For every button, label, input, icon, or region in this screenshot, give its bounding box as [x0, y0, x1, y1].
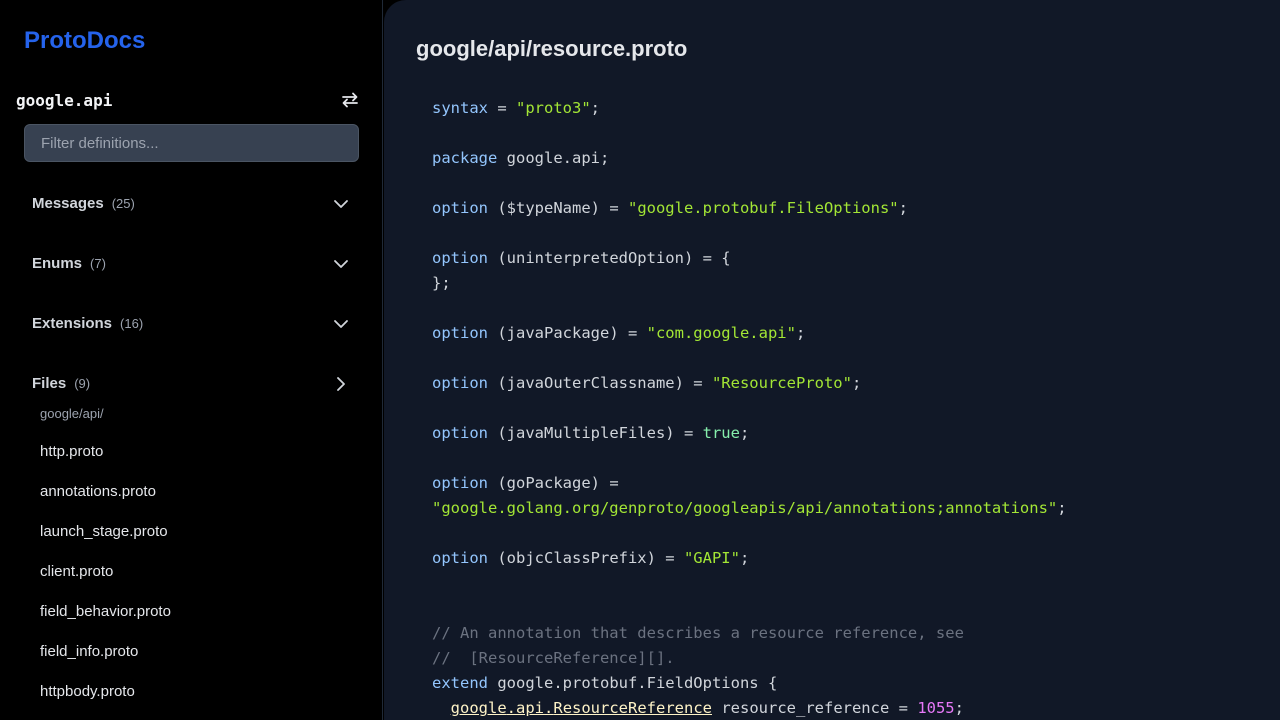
- code-line: syntax = "proto3";: [432, 99, 600, 117]
- file-item-launch-stage[interactable]: launch_stage.proto: [40, 523, 168, 540]
- section-messages[interactable]: Messages (25): [32, 192, 350, 216]
- section-label: Files: [32, 375, 67, 392]
- section-count: (9): [74, 376, 91, 391]
- file-item-client[interactable]: client.proto: [40, 563, 113, 580]
- chevron-down-icon: [332, 315, 350, 333]
- main-content: google/api/resource.proto syntax = "prot…: [384, 0, 1280, 720]
- files-directory-label: google/api/: [40, 406, 104, 421]
- code-line: option (javaMultipleFiles) = true;: [432, 424, 750, 442]
- section-count: (7): [90, 256, 106, 271]
- code-line: google.api.ResourceReference resource_re…: [450, 699, 964, 717]
- type-link-api[interactable]: api: [516, 699, 544, 717]
- section-enums[interactable]: Enums (7): [32, 252, 350, 276]
- code-line: option (objcClassPrefix) = "GAPI";: [432, 549, 750, 567]
- code-line: option ($typeName) = "google.protobuf.Fi…: [432, 199, 908, 217]
- code-comment: // An annotation that describes a resour…: [432, 624, 964, 642]
- file-item-http[interactable]: http.proto: [40, 443, 103, 460]
- code-line: option (javaPackage) = "com.google.api";: [432, 324, 806, 342]
- type-link-google[interactable]: google: [451, 699, 507, 717]
- section-extensions[interactable]: Extensions (16): [32, 312, 350, 336]
- code-line: };: [432, 274, 451, 292]
- file-item-field-behavior[interactable]: field_behavior.proto: [40, 603, 171, 620]
- package-header: google.api: [16, 88, 359, 112]
- section-count: (16): [120, 316, 144, 331]
- file-item-annotations[interactable]: annotations.proto: [40, 483, 156, 500]
- code-comment: // [ResourceReference][].: [432, 649, 675, 667]
- page-title: google/api/resource.proto: [416, 36, 688, 61]
- chevron-right-icon: [332, 375, 350, 393]
- section-label: Enums: [32, 255, 83, 272]
- swap-icon[interactable]: [341, 91, 359, 109]
- code-line: option (goPackage) =: [432, 474, 619, 492]
- chevron-down-icon: [332, 255, 350, 273]
- code-line: option (javaOuterClassname) = "ResourceP…: [432, 374, 862, 392]
- code-line: package google.api;: [432, 149, 610, 167]
- sidebar: ProtoDocs google.api Messages (25) Enums (…: [0, 0, 383, 720]
- package-name: google.api: [16, 90, 113, 110]
- section-label: Extensions: [32, 315, 113, 332]
- code-line: "google.golang.org/genproto/googleapis/a…: [432, 499, 1067, 517]
- section-count: (25): [111, 196, 135, 211]
- code-line: extend google.protobuf.FieldOptions {: [432, 674, 778, 692]
- section-files[interactable]: Files (9): [32, 372, 350, 396]
- section-label: Messages: [32, 195, 104, 212]
- file-item-field-info[interactable]: field_info.proto: [40, 643, 138, 660]
- code-line: option (uninterpretedOption) = {: [432, 249, 731, 267]
- type-link-resource-reference[interactable]: ResourceReference: [553, 699, 712, 717]
- brand-logo[interactable]: ProtoDocs: [24, 27, 145, 55]
- file-item-httpbody[interactable]: httpbody.proto: [40, 683, 135, 700]
- filter-input[interactable]: [24, 124, 359, 162]
- chevron-down-icon: [332, 195, 350, 213]
